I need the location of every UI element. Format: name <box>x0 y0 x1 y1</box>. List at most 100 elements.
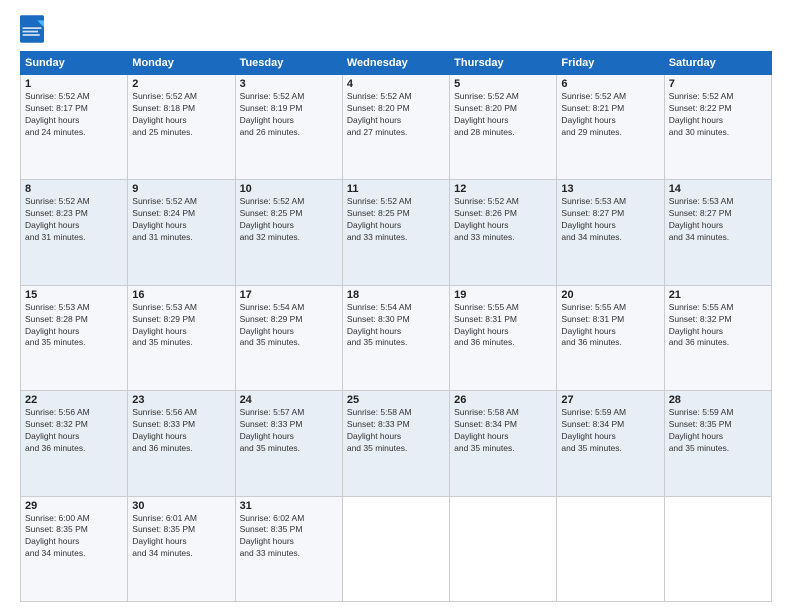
day-cell-21: 21Sunrise: 5:55 AMSunset: 8:32 PMDayligh… <box>664 285 771 390</box>
week-row-4: 22Sunrise: 5:56 AMSunset: 8:32 PMDayligh… <box>21 391 772 496</box>
week-row-3: 15Sunrise: 5:53 AMSunset: 8:28 PMDayligh… <box>21 285 772 390</box>
empty-cell <box>557 496 664 601</box>
day-cell-14: 14Sunrise: 5:53 AMSunset: 8:27 PMDayligh… <box>664 180 771 285</box>
day-number: 15 <box>25 289 123 301</box>
day-cell-4: 4Sunrise: 5:52 AMSunset: 8:20 PMDaylight… <box>342 75 449 180</box>
day-info: Sunrise: 5:52 AMSunset: 8:22 PMDaylight … <box>669 91 767 139</box>
header-row: SundayMondayTuesdayWednesdayThursdayFrid… <box>21 52 772 75</box>
day-cell-5: 5Sunrise: 5:52 AMSunset: 8:20 PMDaylight… <box>450 75 557 180</box>
week-row-2: 8Sunrise: 5:52 AMSunset: 8:23 PMDaylight… <box>21 180 772 285</box>
day-info: Sunrise: 5:52 AMSunset: 8:25 PMDaylight … <box>240 196 338 244</box>
day-header-tuesday: Tuesday <box>235 52 342 75</box>
empty-cell <box>450 496 557 601</box>
day-info: Sunrise: 5:54 AMSunset: 8:30 PMDaylight … <box>347 302 445 350</box>
day-number: 25 <box>347 394 445 406</box>
day-cell-18: 18Sunrise: 5:54 AMSunset: 8:30 PMDayligh… <box>342 285 449 390</box>
day-info: Sunrise: 5:59 AMSunset: 8:35 PMDaylight … <box>669 407 767 455</box>
day-number: 24 <box>240 394 338 406</box>
day-number: 11 <box>347 183 445 195</box>
day-info: Sunrise: 6:02 AMSunset: 8:35 PMDaylight … <box>240 513 338 561</box>
day-header-saturday: Saturday <box>664 52 771 75</box>
empty-cell <box>664 496 771 601</box>
day-info: Sunrise: 5:52 AMSunset: 8:21 PMDaylight … <box>561 91 659 139</box>
day-info: Sunrise: 5:53 AMSunset: 8:28 PMDaylight … <box>25 302 123 350</box>
day-number: 19 <box>454 289 552 301</box>
day-number: 5 <box>454 78 552 90</box>
day-cell-7: 7Sunrise: 5:52 AMSunset: 8:22 PMDaylight… <box>664 75 771 180</box>
day-number: 17 <box>240 289 338 301</box>
day-info: Sunrise: 5:58 AMSunset: 8:33 PMDaylight … <box>347 407 445 455</box>
day-cell-28: 28Sunrise: 5:59 AMSunset: 8:35 PMDayligh… <box>664 391 771 496</box>
day-cell-8: 8Sunrise: 5:52 AMSunset: 8:23 PMDaylight… <box>21 180 128 285</box>
day-number: 30 <box>132 500 230 512</box>
day-number: 27 <box>561 394 659 406</box>
day-header-monday: Monday <box>128 52 235 75</box>
day-cell-6: 6Sunrise: 5:52 AMSunset: 8:21 PMDaylight… <box>557 75 664 180</box>
day-header-sunday: Sunday <box>21 52 128 75</box>
day-number: 13 <box>561 183 659 195</box>
day-info: Sunrise: 5:59 AMSunset: 8:34 PMDaylight … <box>561 407 659 455</box>
day-number: 29 <box>25 500 123 512</box>
day-number: 12 <box>454 183 552 195</box>
day-number: 10 <box>240 183 338 195</box>
day-number: 9 <box>132 183 230 195</box>
day-cell-12: 12Sunrise: 5:52 AMSunset: 8:26 PMDayligh… <box>450 180 557 285</box>
day-cell-9: 9Sunrise: 5:52 AMSunset: 8:24 PMDaylight… <box>128 180 235 285</box>
day-info: Sunrise: 5:53 AMSunset: 8:29 PMDaylight … <box>132 302 230 350</box>
day-number: 23 <box>132 394 230 406</box>
day-info: Sunrise: 5:54 AMSunset: 8:29 PMDaylight … <box>240 302 338 350</box>
week-row-1: 1Sunrise: 5:52 AMSunset: 8:17 PMDaylight… <box>21 75 772 180</box>
day-cell-19: 19Sunrise: 5:55 AMSunset: 8:31 PMDayligh… <box>450 285 557 390</box>
day-info: Sunrise: 5:52 AMSunset: 8:17 PMDaylight … <box>25 91 123 139</box>
day-info: Sunrise: 5:53 AMSunset: 8:27 PMDaylight … <box>561 196 659 244</box>
day-header-wednesday: Wednesday <box>342 52 449 75</box>
day-info: Sunrise: 5:52 AMSunset: 8:24 PMDaylight … <box>132 196 230 244</box>
day-info: Sunrise: 5:55 AMSunset: 8:32 PMDaylight … <box>669 302 767 350</box>
day-number: 2 <box>132 78 230 90</box>
day-cell-24: 24Sunrise: 5:57 AMSunset: 8:33 PMDayligh… <box>235 391 342 496</box>
day-cell-2: 2Sunrise: 5:52 AMSunset: 8:18 PMDaylight… <box>128 75 235 180</box>
day-number: 7 <box>669 78 767 90</box>
day-cell-13: 13Sunrise: 5:53 AMSunset: 8:27 PMDayligh… <box>557 180 664 285</box>
day-cell-25: 25Sunrise: 5:58 AMSunset: 8:33 PMDayligh… <box>342 391 449 496</box>
day-info: Sunrise: 5:56 AMSunset: 8:33 PMDaylight … <box>132 407 230 455</box>
day-cell-15: 15Sunrise: 5:53 AMSunset: 8:28 PMDayligh… <box>21 285 128 390</box>
day-info: Sunrise: 5:52 AMSunset: 8:26 PMDaylight … <box>454 196 552 244</box>
day-number: 26 <box>454 394 552 406</box>
day-header-friday: Friday <box>557 52 664 75</box>
day-info: Sunrise: 5:55 AMSunset: 8:31 PMDaylight … <box>561 302 659 350</box>
day-cell-31: 31Sunrise: 6:02 AMSunset: 8:35 PMDayligh… <box>235 496 342 601</box>
day-cell-17: 17Sunrise: 5:54 AMSunset: 8:29 PMDayligh… <box>235 285 342 390</box>
day-number: 20 <box>561 289 659 301</box>
day-cell-16: 16Sunrise: 5:53 AMSunset: 8:29 PMDayligh… <box>128 285 235 390</box>
page: SundayMondayTuesdayWednesdayThursdayFrid… <box>0 0 792 612</box>
day-cell-20: 20Sunrise: 5:55 AMSunset: 8:31 PMDayligh… <box>557 285 664 390</box>
day-cell-22: 22Sunrise: 5:56 AMSunset: 8:32 PMDayligh… <box>21 391 128 496</box>
day-number: 18 <box>347 289 445 301</box>
day-info: Sunrise: 5:55 AMSunset: 8:31 PMDaylight … <box>454 302 552 350</box>
day-cell-29: 29Sunrise: 6:00 AMSunset: 8:35 PMDayligh… <box>21 496 128 601</box>
day-info: Sunrise: 5:57 AMSunset: 8:33 PMDaylight … <box>240 407 338 455</box>
day-cell-26: 26Sunrise: 5:58 AMSunset: 8:34 PMDayligh… <box>450 391 557 496</box>
day-info: Sunrise: 5:52 AMSunset: 8:19 PMDaylight … <box>240 91 338 139</box>
day-number: 1 <box>25 78 123 90</box>
day-info: Sunrise: 5:52 AMSunset: 8:23 PMDaylight … <box>25 196 123 244</box>
day-info: Sunrise: 5:52 AMSunset: 8:20 PMDaylight … <box>454 91 552 139</box>
day-info: Sunrise: 5:52 AMSunset: 8:20 PMDaylight … <box>347 91 445 139</box>
day-info: Sunrise: 5:53 AMSunset: 8:27 PMDaylight … <box>669 196 767 244</box>
calendar-table: SundayMondayTuesdayWednesdayThursdayFrid… <box>20 51 772 602</box>
day-number: 22 <box>25 394 123 406</box>
day-cell-23: 23Sunrise: 5:56 AMSunset: 8:33 PMDayligh… <box>128 391 235 496</box>
day-number: 31 <box>240 500 338 512</box>
logo <box>20 15 48 43</box>
day-number: 14 <box>669 183 767 195</box>
logo-icon <box>20 15 44 43</box>
day-info: Sunrise: 5:58 AMSunset: 8:34 PMDaylight … <box>454 407 552 455</box>
day-cell-10: 10Sunrise: 5:52 AMSunset: 8:25 PMDayligh… <box>235 180 342 285</box>
day-info: Sunrise: 6:01 AMSunset: 8:35 PMDaylight … <box>132 513 230 561</box>
day-info: Sunrise: 5:52 AMSunset: 8:18 PMDaylight … <box>132 91 230 139</box>
day-number: 8 <box>25 183 123 195</box>
day-number: 6 <box>561 78 659 90</box>
week-row-5: 29Sunrise: 6:00 AMSunset: 8:35 PMDayligh… <box>21 496 772 601</box>
day-number: 3 <box>240 78 338 90</box>
